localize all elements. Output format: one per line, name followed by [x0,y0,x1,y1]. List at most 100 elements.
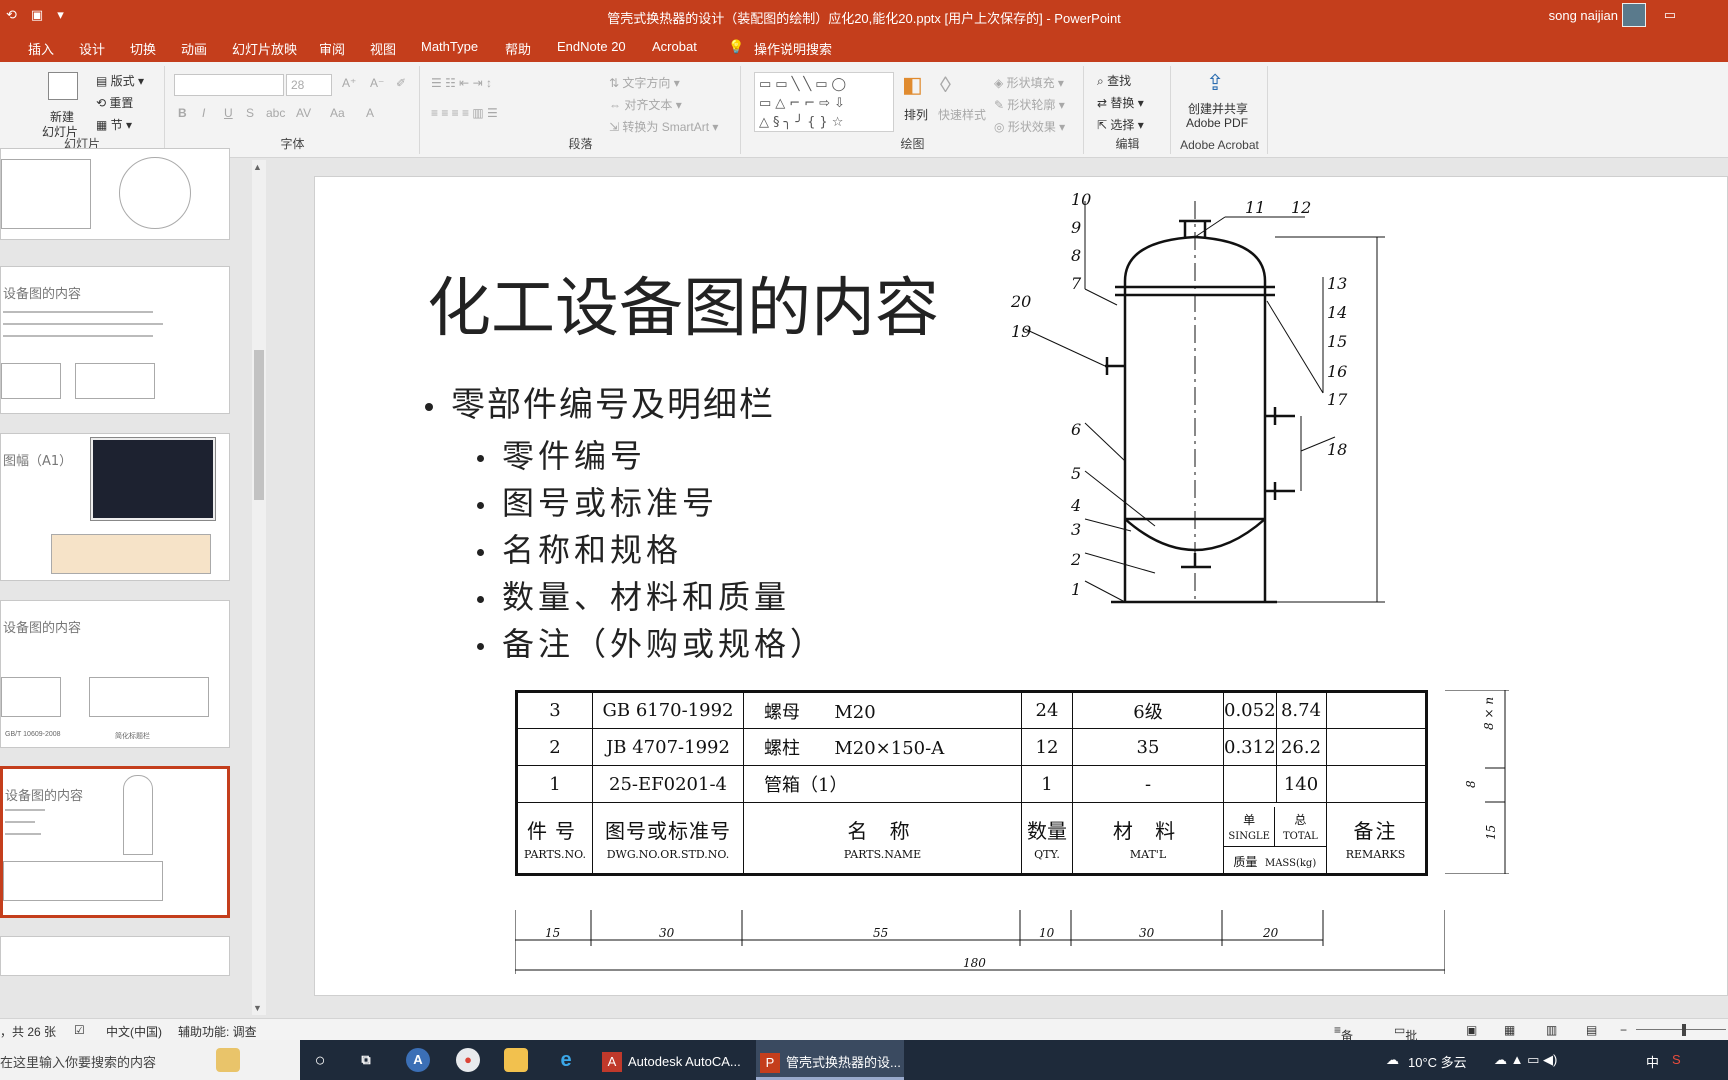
slide-sorter-icon[interactable]: ▦ [1504,1023,1515,1037]
select-button[interactable]: ⇱ 选择 ▾ [1097,116,1144,133]
bold-icon[interactable]: B [178,106,187,120]
language-indicator[interactable]: 中文(中国) [106,1023,162,1040]
tray-icons[interactable]: ☁ ▲ ▭ ◀) [1494,1052,1557,1068]
bullet-dot [477,549,484,556]
create-share-button[interactable]: 创建并共享 [1188,100,1248,117]
bullets-icon[interactable]: ☰ ☷ ⇤ ⇥ ↕ [431,76,492,90]
vessel-drawing[interactable]: 10 9 8 7 11 12 20 19 13 14 15 16 17 18 6… [1005,181,1425,621]
weather-status[interactable]: 10°C 多云 [1408,1052,1467,1071]
font-color-icon[interactable]: A [366,106,374,120]
replace-button[interactable]: ⇄ 替换 ▾ [1097,94,1144,111]
edge-icon[interactable]: e [554,1048,578,1072]
shape-outline-button[interactable]: ✎ 形状轮廓 ▾ [994,96,1065,113]
align-text-button[interactable]: ⇔ 对齐文本 ▾ [609,96,682,113]
scroll-down-icon[interactable]: ▼ [253,1003,262,1013]
zoom-slider-thumb[interactable] [1682,1024,1686,1036]
slideshow-icon[interactable]: ▤ [1586,1023,1597,1037]
tab-mathtype[interactable]: MathType [421,39,478,54]
underline-icon[interactable]: U [224,106,233,120]
adobe-pdf-label[interactable]: Adobe PDF [1186,116,1248,130]
comments-button[interactable]: ▭ 批注 [1394,1023,1417,1060]
notes-button[interactable]: ≡ 备注 [1334,1023,1353,1060]
increase-font-icon[interactable]: A⁺ [342,76,356,90]
find-button[interactable]: ⌕ 查找 [1097,72,1131,89]
change-case-icon[interactable]: Aa [330,106,345,120]
taskbar-search[interactable]: 在这里输入你要搜索的内容 [0,1040,300,1080]
callout-7: 7 [1071,274,1082,293]
header-mass: 单 SINGLE 总 TOTAL 质量 MASS(kg) [1223,802,1327,875]
scroll-thumb[interactable] [254,350,264,500]
weather-icon[interactable]: ☁ [1386,1052,1399,1068]
thumb-text-line [5,809,45,811]
parts-list-table[interactable]: 3 GB 6170-1992 螺母 M20 24 6级 0.052 8.74 2… [515,690,1428,876]
tab-help[interactable]: 帮助 [505,39,531,58]
slide-thumbnail[interactable]: 图幅（A1） [0,433,230,581]
shape-fill-button[interactable]: ◈ 形状填充 ▾ [994,74,1064,91]
user-name[interactable]: song naijian [1549,8,1618,23]
ribbon-display-options-icon[interactable]: ▭ [1664,7,1676,23]
acrobat-group-label: Adobe Acrobat [1180,138,1259,152]
task-view-icon[interactable]: ⧉ [354,1048,378,1072]
taskbar-app-powerpoint[interactable]: P 管壳式换热器的设... [756,1040,904,1080]
shapes-gallery[interactable]: ▭▭╲╲▭◯ ▭△⌐⌐⇨⇩ △§╮╯{}☆ [754,72,894,132]
new-slide-icon[interactable] [48,72,78,100]
arrange-icon[interactable]: ◧ [902,72,923,98]
font-size-combo[interactable]: 28 [286,74,332,96]
slide-canvas[interactable]: 化工设备图的内容 零部件编号及明细栏 零件编号 图号或标准号 名称和规格 数量、… [314,176,1728,996]
shape-effects-button[interactable]: ◎ 形状效果 ▾ [994,118,1065,135]
tab-slideshow[interactable]: 幻灯片放映 [232,39,297,58]
decrease-font-icon[interactable]: A⁻ [370,76,384,90]
avatar[interactable] [1622,3,1646,27]
taskbar-app-autocad[interactable]: A Autodesk AutoCA... [598,1040,746,1080]
tab-animations[interactable]: 动画 [181,39,207,58]
normal-view-icon[interactable]: ▣ [1466,1023,1477,1037]
slide-bullets[interactable]: 零部件编号及明细栏 零件编号 图号或标准号 名称和规格 数量、材料和质量 备注（… [425,377,826,666]
cortana-icon[interactable]: ○ [308,1048,332,1072]
tab-acrobat[interactable]: Acrobat [652,39,697,54]
tab-design[interactable]: 设计 [79,39,105,58]
char-spacing-icon[interactable]: AV [296,106,311,120]
accessibility-status[interactable]: 辅助功能: 调查 [178,1023,257,1040]
slide-thumbnail[interactable]: 设备图的内容 GB/T 10609-2008 简化标题栏 [0,600,230,748]
arrange-button[interactable]: 排列 [904,106,928,123]
tab-view[interactable]: 视图 [370,39,396,58]
align-icons[interactable]: ≡ ≡ ≡ ≡ ▥ ☰ [431,106,498,120]
tab-insert[interactable]: 插入 [28,39,54,58]
dim-15: 15 [545,926,561,940]
scroll-up-icon[interactable]: ▲ [253,162,262,172]
file-explorer-icon[interactable] [504,1048,528,1072]
callout-11: 11 [1245,198,1265,217]
font-name-combo[interactable] [174,74,284,96]
tab-endnote[interactable]: EndNote 20 [557,39,626,54]
app-icon[interactable]: A [406,1048,430,1072]
slide-thumbnail[interactable] [0,936,230,976]
text-direction-button[interactable]: ⇅ 文字方向 ▾ [609,74,680,91]
tab-review[interactable]: 审阅 [319,39,345,58]
clear-format-icon[interactable]: ✐ [396,76,406,90]
italic-icon[interactable]: I [202,106,205,120]
header-parts-name: 名 称 PARTS.NAME [743,802,1022,875]
reset-button[interactable]: ⟲ 重置 [96,94,133,111]
smartart-button[interactable]: ⇲ 转换为 SmartArt ▾ [609,118,718,135]
shadow-icon[interactable]: S [246,106,254,120]
thumbnail-scrollbar[interactable]: ▲ ▼ [252,160,266,1015]
pdf-share-icon[interactable]: ⇪ [1206,70,1224,96]
quick-styles-icon[interactable]: ◊ [940,72,951,98]
antivirus-icon[interactable]: S [1672,1052,1681,1067]
zoom-out-icon[interactable]: − [1620,1023,1627,1037]
spellcheck-icon[interactable]: ☑ [74,1023,85,1037]
ime-indicator[interactable]: 中 [1646,1052,1659,1071]
slide-title[interactable]: 化工设备图的内容 [427,257,939,349]
quick-styles-button[interactable]: 快速样式 [938,106,986,123]
slide-thumbnail[interactable] [0,148,230,240]
zoom-slider[interactable] [1636,1029,1726,1030]
tab-transitions[interactable]: 切换 [130,39,156,58]
chrome-icon[interactable]: ● [456,1048,480,1072]
strikethrough-icon[interactable]: abc [266,106,285,120]
section-button[interactable]: ▦ 节 ▾ [96,116,132,133]
slide-thumbnail-active[interactable]: 设备图的内容 [0,766,230,918]
slide-thumbnail[interactable]: 设备图的内容 [0,266,230,414]
reading-view-icon[interactable]: ▥ [1546,1023,1557,1037]
tell-me-search[interactable]: 操作说明搜索 [754,39,832,58]
layout-button[interactable]: ▤ 版式 ▾ [96,72,144,89]
